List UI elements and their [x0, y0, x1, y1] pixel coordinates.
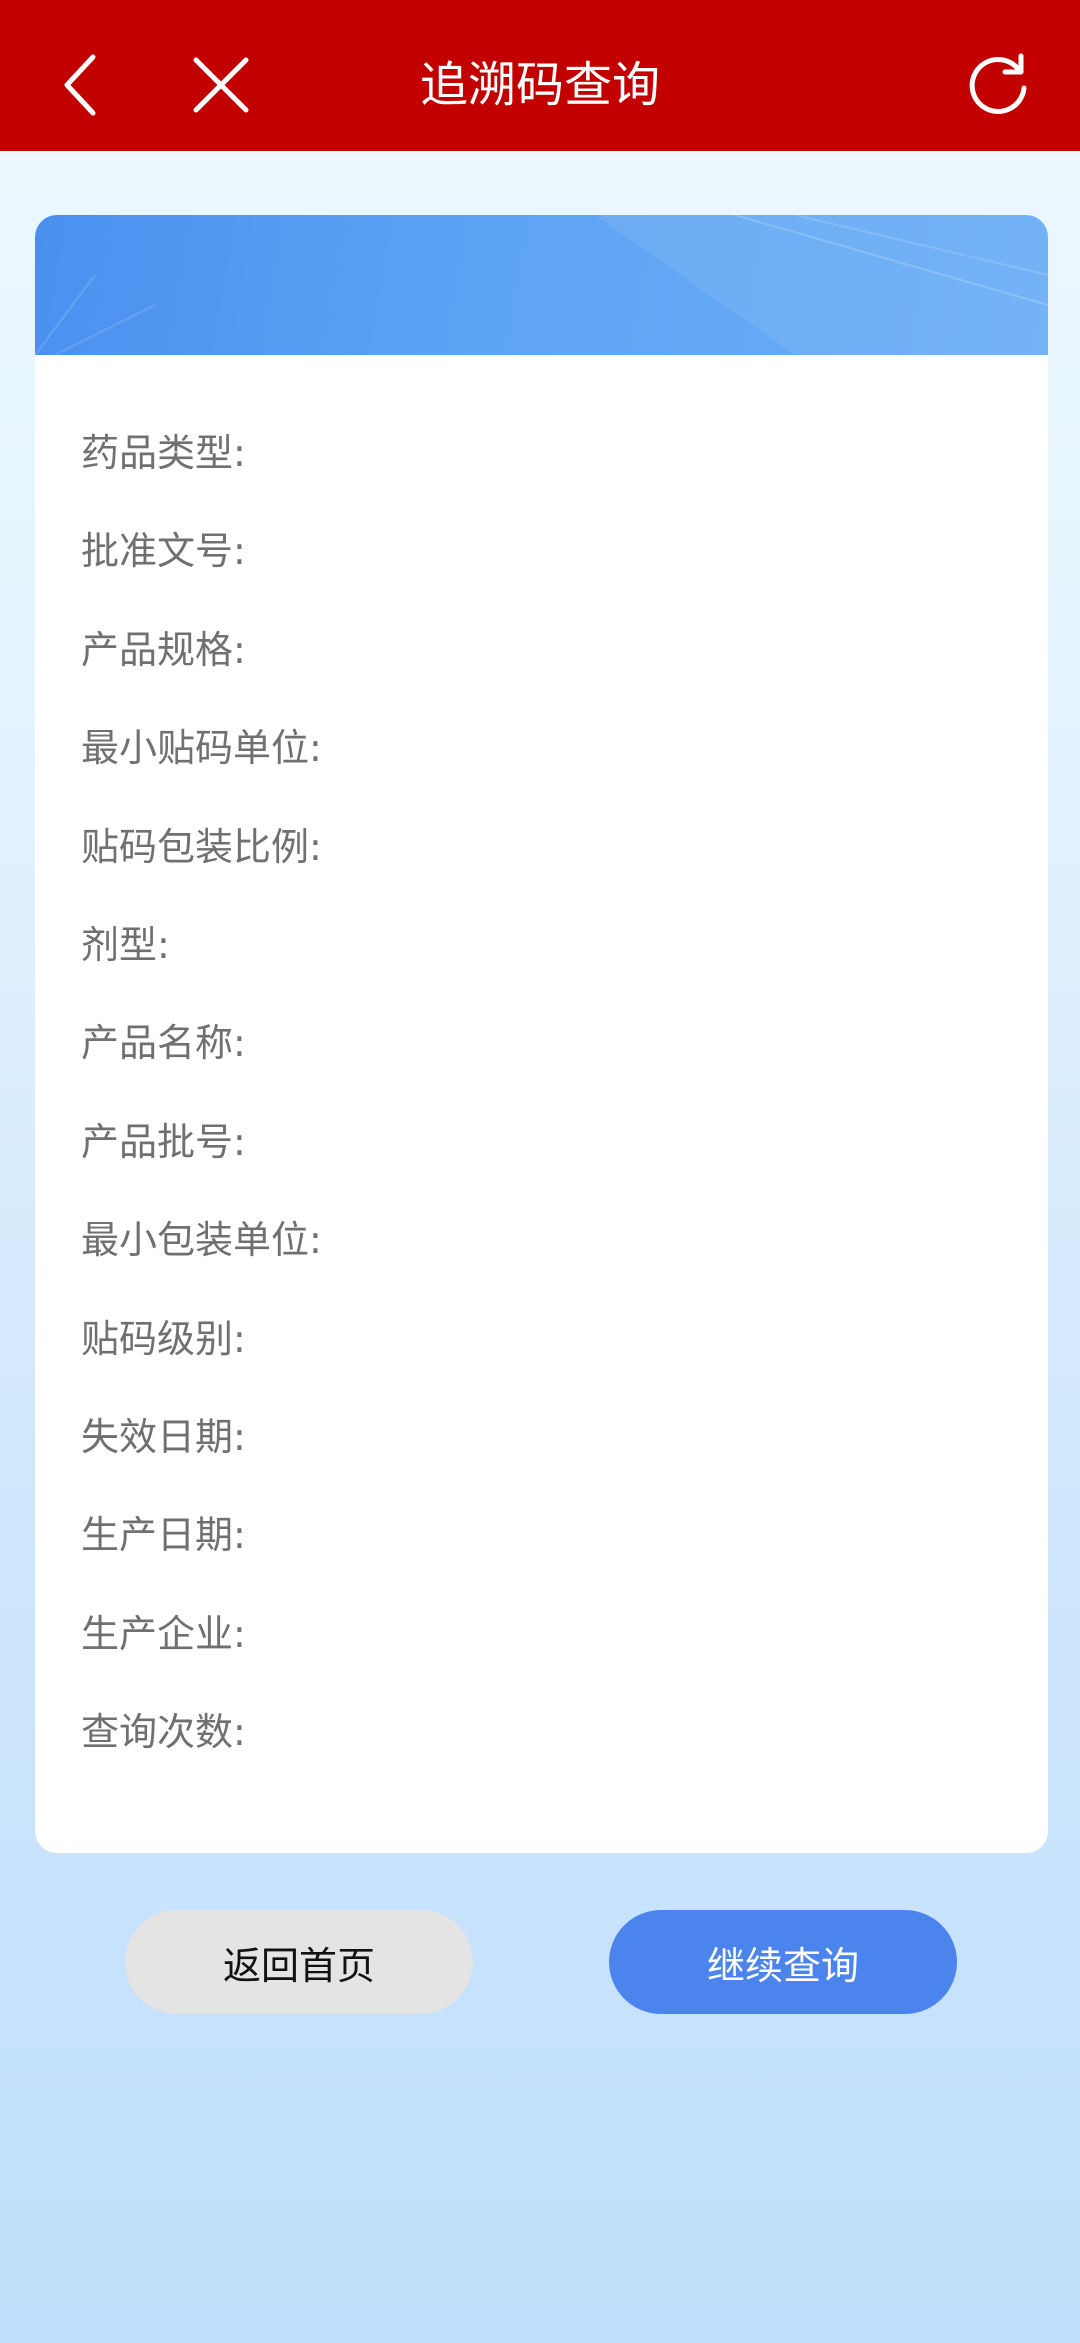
- field-label: 产品规格: [81, 627, 234, 672]
- field-row: 最小包装单位:: [81, 1215, 1001, 1313]
- field-label: 批准文号: [81, 529, 234, 574]
- refresh-icon: [969, 53, 1027, 114]
- field-label: 失效日期: [81, 1414, 234, 1459]
- field-colon: :: [233, 1021, 246, 1066]
- field-row: 药品类型:: [81, 428, 1001, 526]
- field-row: 查询次数:: [81, 1707, 1001, 1805]
- field-label: 剂型: [81, 922, 158, 967]
- field-colon: :: [233, 1316, 246, 1361]
- field-row: 贴码级别:: [81, 1314, 1001, 1412]
- field-label: 生产日期: [81, 1513, 234, 1558]
- field-colon: :: [233, 1710, 246, 1755]
- back-button[interactable]: [38, 40, 128, 130]
- page-title: 追溯码查询: [419, 57, 660, 113]
- field-row: 生产企业:: [81, 1609, 1001, 1707]
- field-label: 药品类型: [81, 431, 234, 475]
- field-row: 批准文号:: [81, 526, 1001, 624]
- banner-decoration: [35, 215, 1048, 355]
- field-row: 产品批号:: [81, 1117, 1001, 1215]
- field-label: 贴码级别: [81, 1316, 234, 1361]
- field-list: 药品类型: 批准文号: 产品规格: 最小贴码单位: 贴码包装比例: 剂型: 产品名称: 产品批…: [81, 428, 1001, 1805]
- field-row: 产品规格:: [81, 625, 1001, 723]
- field-colon: :: [233, 529, 246, 574]
- field-colon: :: [157, 922, 170, 967]
- field-label: 查询次数: [81, 1710, 234, 1755]
- field-label: 最小包装单位: [81, 1218, 310, 1263]
- field-row: 生产日期:: [81, 1510, 1001, 1608]
- field-label: 生产企业: [81, 1611, 234, 1656]
- continue-query-button[interactable]: 继续查询: [609, 1910, 957, 2014]
- back-home-button[interactable]: 返回首页: [125, 1910, 473, 2014]
- field-colon: :: [233, 431, 246, 475]
- close-icon: [193, 57, 249, 113]
- card-banner: [35, 215, 1048, 355]
- field-colon: :: [233, 1611, 246, 1656]
- field-colon: :: [309, 1218, 322, 1263]
- field-colon: :: [233, 1119, 246, 1164]
- field-row: 产品名称:: [81, 1018, 1001, 1116]
- field-label: 产品批号: [81, 1119, 234, 1164]
- field-colon: :: [309, 726, 322, 771]
- field-colon: :: [233, 627, 246, 672]
- result-card: 药品类型: 批准文号: 产品规格: 最小贴码单位: 贴码包装比例: 剂型: 产品名称: 产品批…: [35, 215, 1048, 1853]
- field-colon: :: [233, 1513, 246, 1558]
- close-button[interactable]: [176, 40, 266, 130]
- field-colon: :: [233, 1414, 246, 1459]
- field-label: 最小贴码单位: [81, 726, 310, 771]
- field-row: 贴码包装比例:: [81, 822, 1001, 920]
- chevron-left-icon: [64, 54, 96, 116]
- field-row: 失效日期:: [81, 1412, 1001, 1510]
- refresh-button[interactable]: [953, 40, 1043, 130]
- field-label: 贴码包装比例: [81, 824, 310, 869]
- field-row: 最小贴码单位:: [81, 723, 1001, 821]
- field-row: 剂型:: [81, 920, 1001, 1018]
- field-label: 产品名称: [81, 1021, 234, 1066]
- field-colon: :: [309, 824, 322, 869]
- top-bar: 追溯码查询: [0, 0, 1080, 151]
